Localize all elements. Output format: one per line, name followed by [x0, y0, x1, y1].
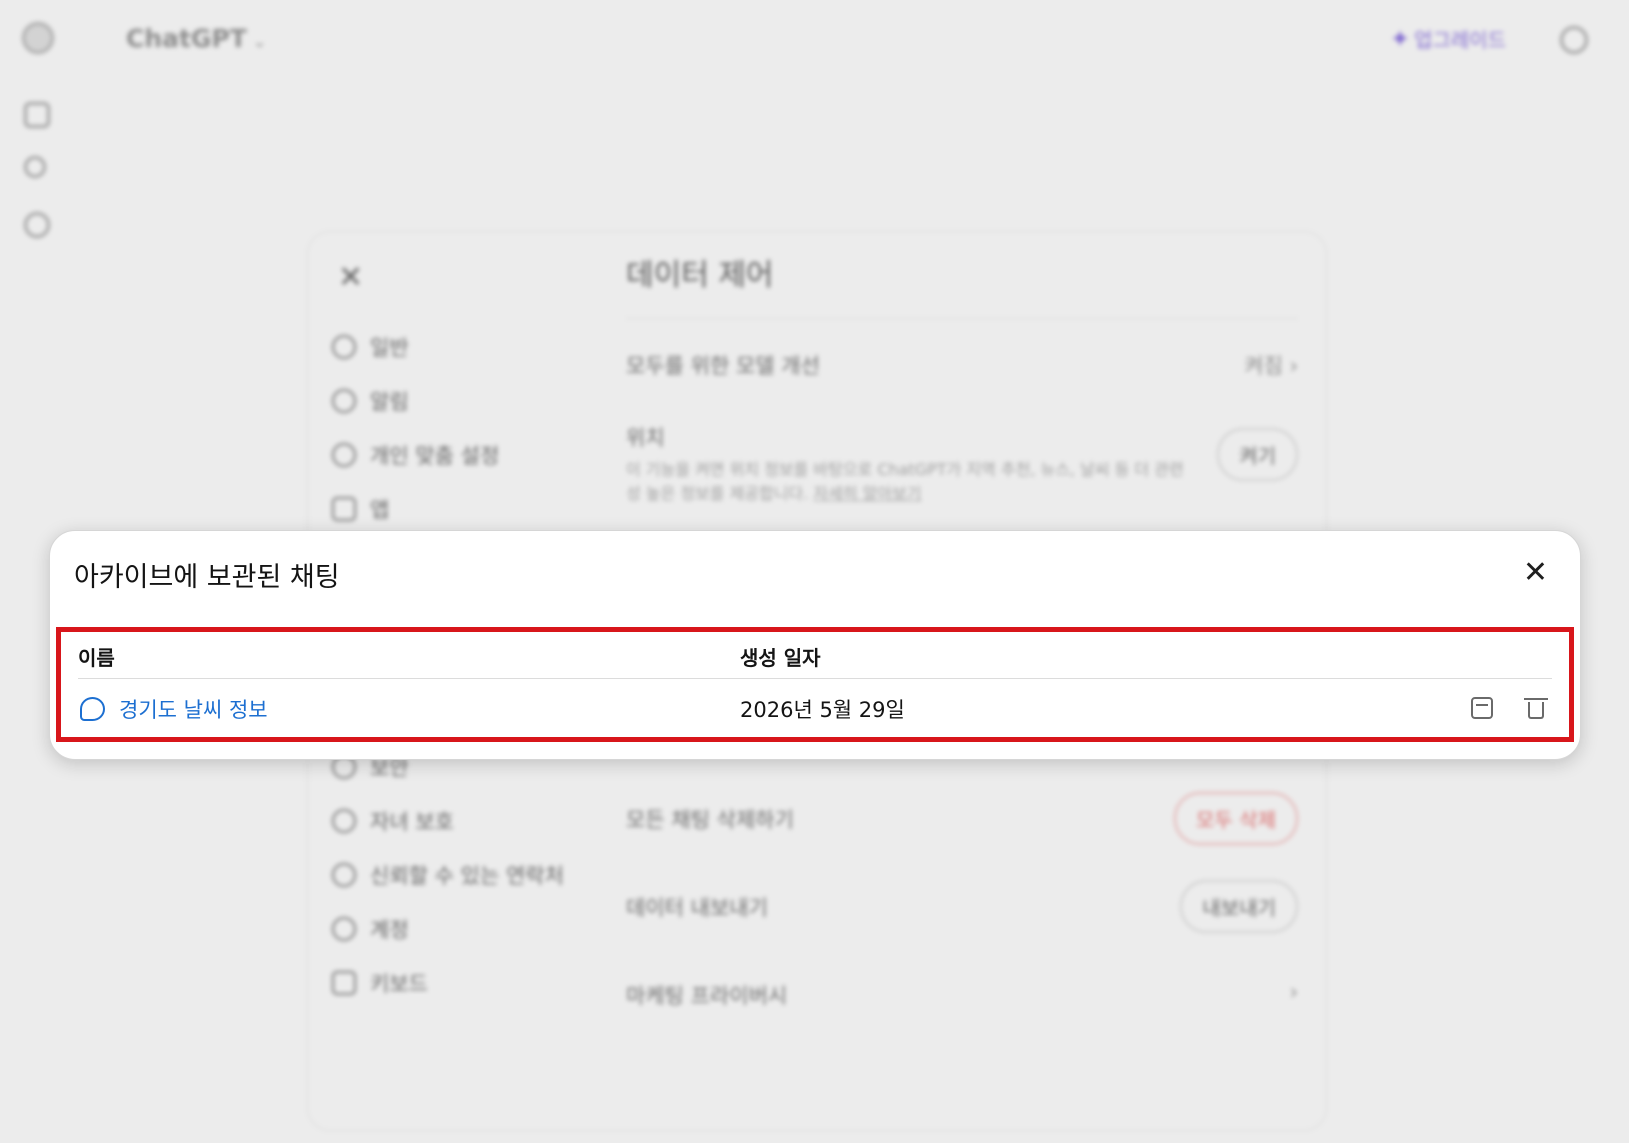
close-icon[interactable]: ✕	[1523, 555, 1548, 590]
archived-chats-table: 이름 생성 일자 경기도 날씨 정보 2026년 5월 29일	[56, 627, 1574, 742]
dialog-title: 아카이브에 보관된 채팅	[74, 562, 340, 593]
trash-bin	[1528, 702, 1544, 719]
table-row: 경기도 날씨 정보 2026년 5월 29일	[61, 680, 1569, 738]
divider	[78, 678, 1552, 679]
archived-chat-date: 2026년 5월 29일	[740, 698, 905, 722]
column-header-created: 생성 일자	[740, 646, 821, 670]
unarchive-icon[interactable]	[1471, 697, 1493, 719]
chat-bubble-icon	[80, 697, 105, 721]
archived-chat-link[interactable]: 경기도 날씨 정보	[119, 694, 268, 724]
trash-lid	[1524, 698, 1548, 700]
trash-icon[interactable]	[1524, 696, 1548, 720]
column-header-name: 이름	[78, 646, 115, 670]
archived-chats-dialog: 아카이브에 보관된 채팅 ✕ 이름 생성 일자 경기도 날씨 정보 2026년 …	[49, 530, 1581, 760]
